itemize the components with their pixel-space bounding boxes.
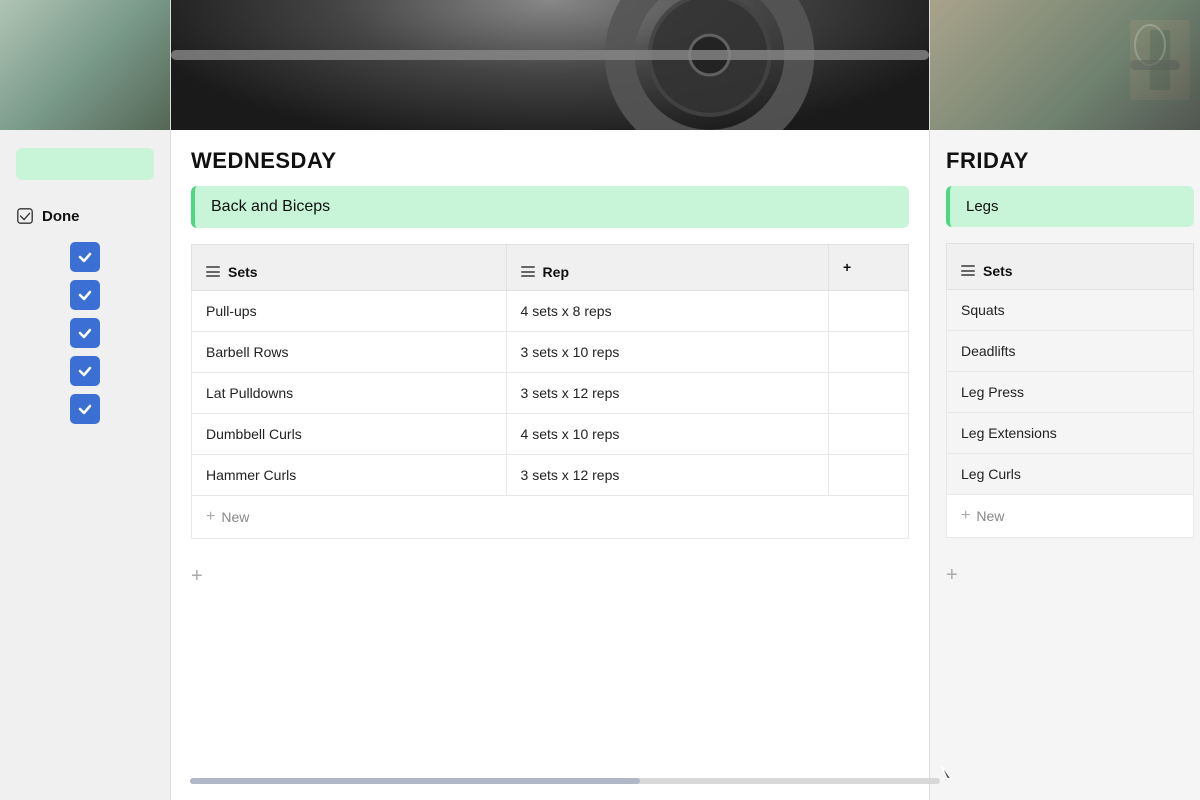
check-icon-4: [77, 363, 93, 379]
done-label: Done: [42, 208, 80, 225]
table-row: Pull-ups 4 sets x 8 reps: [192, 290, 909, 331]
extra-cell: [829, 413, 909, 454]
wednesday-new-label: New: [221, 509, 249, 525]
check-icon-3: [77, 325, 93, 341]
friday-exercise-cell: Leg Press: [947, 371, 1194, 412]
sets-header-label: Sets: [228, 264, 258, 280]
exercise-cell: Lat Pulldowns: [192, 372, 507, 413]
table-row: Barbell Rows 3 sets x 10 reps: [192, 331, 909, 372]
friday-lines-icon: [961, 265, 975, 276]
reps-cell: 3 sets x 12 reps: [506, 372, 828, 413]
extra-cell: [829, 331, 909, 372]
wednesday-workout-label: Back and Biceps: [191, 186, 909, 228]
friday-table: Sets Squats Deadlifts Leg Press Leg Exte…: [946, 243, 1194, 495]
rep-header-label: Rep: [543, 264, 569, 280]
friday-add-property-icon: +: [946, 564, 958, 587]
friday-new-row-button[interactable]: + New: [946, 495, 1194, 538]
lines-icon-sets: [206, 266, 220, 277]
add-column-header[interactable]: +: [829, 245, 909, 291]
add-property-icon: +: [191, 565, 203, 588]
check-icon-5: [77, 401, 93, 417]
friday-exercise-cell: Leg Curls: [947, 453, 1194, 494]
friday-hero-image: [930, 0, 1200, 130]
rep-column-header: Rep: [506, 245, 828, 291]
checkbox-5[interactable]: [70, 394, 100, 424]
wednesday-column: WEDNESDAY Back and Biceps Sets: [170, 0, 930, 800]
checkbox-2[interactable]: [70, 280, 100, 310]
friday-new-label: New: [976, 508, 1004, 524]
reps-cell: 3 sets x 10 reps: [506, 331, 828, 372]
friday-exercise-cell: Leg Extensions: [947, 412, 1194, 453]
friday-add-property-button[interactable]: +: [930, 548, 1200, 603]
done-header: Done: [0, 197, 170, 235]
extra-cell: [829, 454, 909, 495]
checkbox-1[interactable]: [70, 242, 100, 272]
plus-icon: +: [206, 508, 215, 526]
wednesday-day-title: WEDNESDAY: [171, 130, 929, 186]
friday-workout-label: Legs: [946, 186, 1194, 227]
table-row: Deadlifts: [947, 330, 1194, 371]
left-hero-image: [0, 0, 170, 130]
lines-icon-rep: [521, 266, 535, 277]
friday-column: FRIDAY Legs Sets: [930, 0, 1200, 800]
table-row: Leg Press: [947, 371, 1194, 412]
wednesday-hero-image: [171, 0, 929, 130]
checkbox-list: [0, 235, 170, 431]
checkbox-3[interactable]: [70, 318, 100, 348]
table-header-row: Sets Rep +: [192, 245, 909, 291]
reps-cell: 4 sets x 8 reps: [506, 290, 828, 331]
reps-cell: 4 sets x 10 reps: [506, 413, 828, 454]
wednesday-workout-text: Back and Biceps: [211, 198, 330, 216]
extra-cell: [829, 372, 909, 413]
friday-plus-icon: +: [961, 507, 970, 525]
friday-sets-column-header: Sets: [947, 244, 1194, 290]
exercise-cell: Pull-ups: [192, 290, 507, 331]
left-column: Done: [0, 0, 170, 800]
wednesday-table: Sets Rep +: [191, 244, 909, 496]
check-icon-1: [77, 249, 93, 265]
friday-hero-svg: [930, 0, 1200, 130]
friday-exercise-cell: Squats: [947, 289, 1194, 330]
table-row: Hammer Curls 3 sets x 12 reps: [192, 454, 909, 495]
horizontal-scrollbar[interactable]: [190, 778, 940, 784]
exercise-cell: Dumbbell Curls: [192, 413, 507, 454]
exercise-cell: Barbell Rows: [192, 331, 507, 372]
table-row: Leg Curls: [947, 453, 1194, 494]
extra-cell: [829, 290, 909, 331]
reps-cell: 3 sets x 12 reps: [506, 454, 828, 495]
columns-container: Done: [0, 0, 1200, 800]
left-day-label: [16, 148, 154, 180]
wednesday-new-row-button[interactable]: + New: [191, 496, 909, 539]
table-row: Lat Pulldowns 3 sets x 12 reps: [192, 372, 909, 413]
scrollbar-thumb[interactable]: [190, 778, 640, 784]
add-header-label: +: [843, 259, 851, 275]
friday-table-header-row: Sets: [947, 244, 1194, 290]
table-row: Dumbbell Curls 4 sets x 10 reps: [192, 413, 909, 454]
friday-exercise-cell: Deadlifts: [947, 330, 1194, 371]
left-day-header: [0, 130, 170, 197]
friday-sets-header-label: Sets: [983, 263, 1013, 279]
wednesday-add-property-button[interactable]: +: [171, 549, 929, 604]
table-row: Leg Extensions: [947, 412, 1194, 453]
friday-day-title: FRIDAY: [930, 130, 1200, 186]
exercise-cell: Hammer Curls: [192, 454, 507, 495]
table-row: Squats: [947, 289, 1194, 330]
barbell-svg: [171, 0, 929, 130]
friday-workout-text: Legs: [966, 198, 999, 215]
checkmark-icon: [16, 207, 34, 225]
sets-column-header: Sets: [192, 245, 507, 291]
checkbox-4[interactable]: [70, 356, 100, 386]
check-icon-2: [77, 287, 93, 303]
